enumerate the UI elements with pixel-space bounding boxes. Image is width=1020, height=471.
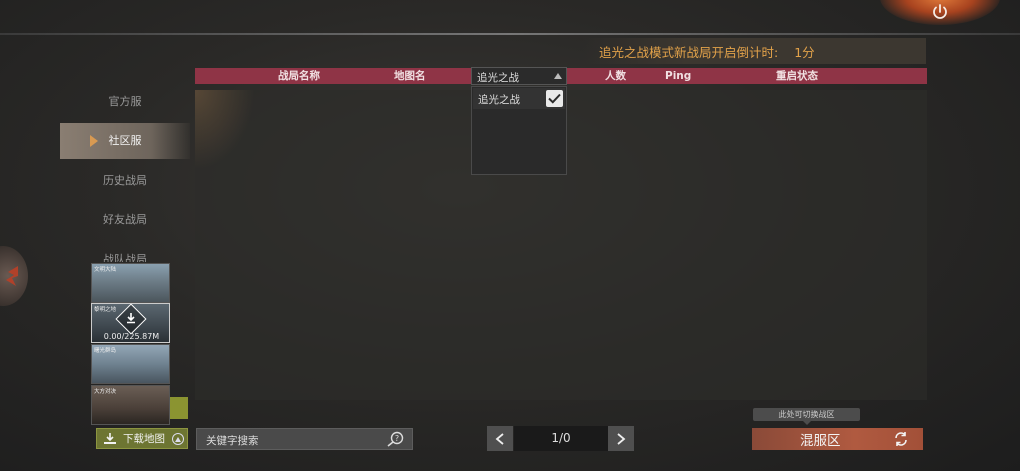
download-icon xyxy=(104,433,116,444)
zone-label: 混服区 xyxy=(800,433,841,449)
search-placeholder: 关键字搜索 xyxy=(206,435,259,447)
download-map-button[interactable]: 下载地图 xyxy=(96,428,188,449)
caret-up-icon xyxy=(554,73,562,79)
mode-filter-panel: 追光之战 xyxy=(471,86,567,175)
mode-filter-option[interactable]: 追光之战 xyxy=(473,88,565,109)
sidebar-item-official[interactable]: 官方服 xyxy=(60,84,190,120)
power-button[interactable] xyxy=(926,0,954,24)
chevron-right-icon xyxy=(617,432,626,445)
search-input[interactable]: 关键字搜索 ? xyxy=(196,428,413,450)
sidebar-item-label: 好友战局 xyxy=(103,213,147,226)
col-header-ping[interactable]: Ping xyxy=(665,68,691,84)
map-name: 曙光群岛 xyxy=(94,348,117,354)
col-header-restart[interactable]: 重启状态 xyxy=(776,68,818,84)
zone-tooltip: 此处可切换战区 xyxy=(753,408,860,425)
collapse-up-icon[interactable] xyxy=(172,433,184,445)
top-divider xyxy=(0,33,1020,35)
next-page-button[interactable] xyxy=(608,426,634,451)
mode-filter-option-label: 追光之战 xyxy=(478,94,520,106)
map-thumb[interactable]: 文明大陆 xyxy=(91,263,170,303)
mode-filter-dropdown[interactable]: 追光之战 xyxy=(471,67,567,85)
switch-icon xyxy=(895,432,907,446)
download-icon xyxy=(124,310,138,326)
download-map-label: 下载地图 xyxy=(123,433,165,445)
map-thumb[interactable]: 曙光群岛 xyxy=(91,344,170,384)
prev-page-button[interactable] xyxy=(487,426,513,451)
sidebar-item-label: 社区服 xyxy=(108,134,142,147)
check-icon xyxy=(548,93,561,104)
countdown-value: 1分 xyxy=(794,44,815,60)
map-selected-indicator xyxy=(170,397,188,419)
countdown-label: 追光之战模式新战局开启倒计时: xyxy=(599,44,779,60)
map-name: 黎明之地 xyxy=(94,307,117,313)
sidebar-item-community[interactable]: 社区服 xyxy=(60,123,190,159)
map-thumb[interactable]: 大方对决 xyxy=(91,385,170,425)
sidebar-item-team[interactable]: 战队战局 xyxy=(60,242,190,262)
chevron-left-icon xyxy=(495,432,504,445)
download-progress: 0.00/225.87M xyxy=(103,332,160,341)
power-icon xyxy=(933,4,947,19)
sidebar-item-friends[interactable]: 好友战局 xyxy=(60,202,190,238)
col-header-players[interactable]: 人数 xyxy=(605,68,626,84)
list-glow xyxy=(195,90,255,170)
mode-filter-selected: 追光之战 xyxy=(477,72,519,84)
col-header-map[interactable]: 地图名 xyxy=(394,68,426,84)
emblem-icon xyxy=(6,266,18,286)
col-header-name[interactable]: 战局名称 xyxy=(278,68,320,84)
zone-switch-button[interactable]: 混服区 xyxy=(752,428,923,450)
play-arrow-icon xyxy=(90,135,98,147)
search-icon[interactable]: ? xyxy=(386,431,404,447)
map-name: 大方对决 xyxy=(94,389,117,395)
page-indicator: 1/0 xyxy=(514,426,608,451)
sidebar-item-history[interactable]: 历史战局 xyxy=(60,163,190,199)
map-thumb-downloading[interactable]: 黎明之地 0.00/225.87M xyxy=(91,303,170,343)
sidebar-item-label: 历史战局 xyxy=(103,174,147,187)
sidebar-item-label: 官方服 xyxy=(108,95,142,108)
svg-text:?: ? xyxy=(395,434,399,443)
sidebar-item-label: 战队战局 xyxy=(103,253,147,262)
mode-filter-checkbox[interactable] xyxy=(546,90,563,107)
countdown-banner: 追光之战模式新战局开启倒计时: 1分 xyxy=(583,38,926,64)
map-name: 文明大陆 xyxy=(94,267,117,273)
